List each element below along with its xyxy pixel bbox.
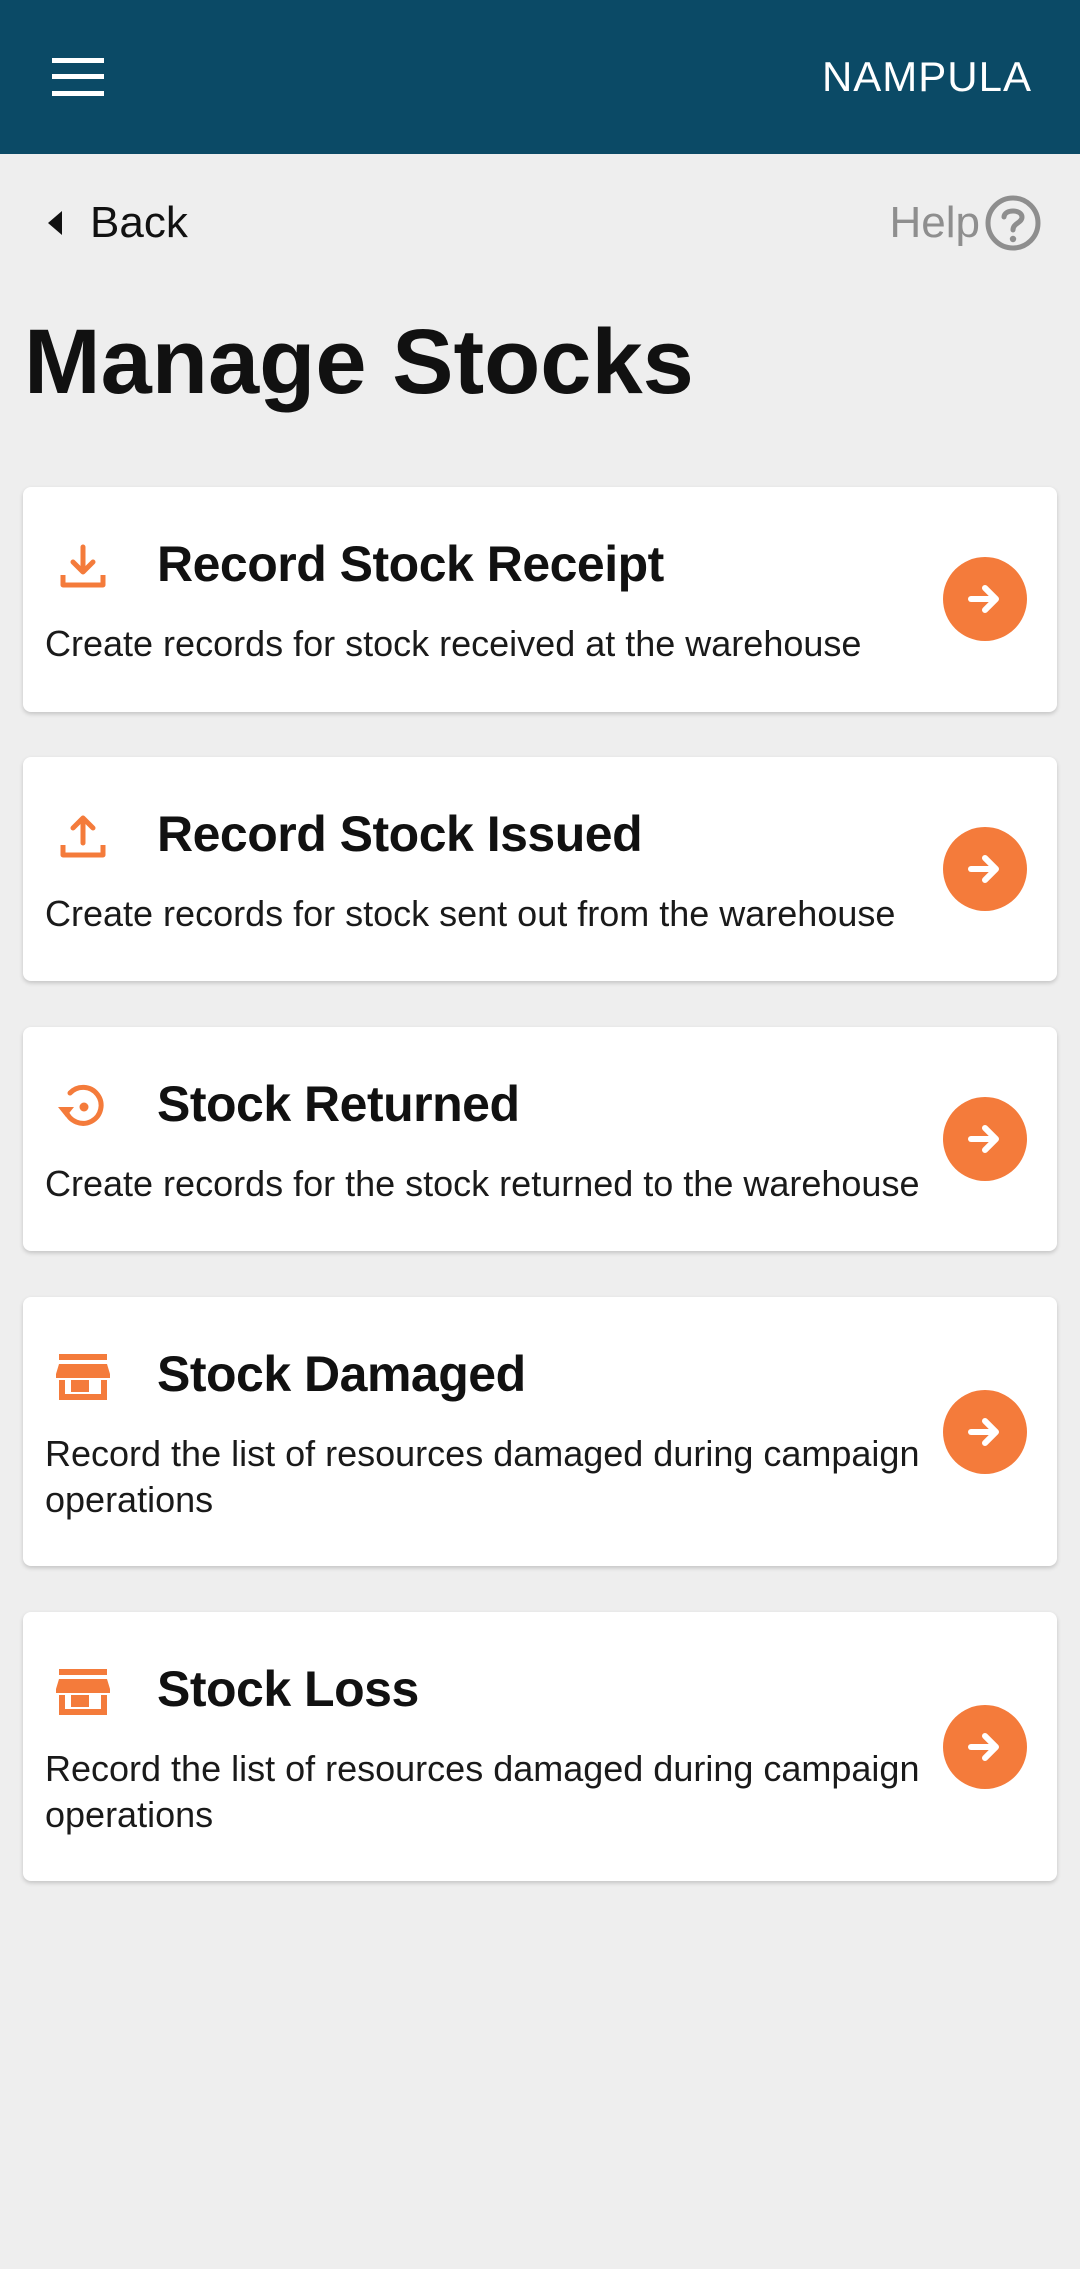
arrow-right-button[interactable]: [943, 1390, 1027, 1474]
caret-left-icon: [48, 211, 62, 235]
menu-button[interactable]: [38, 42, 118, 112]
hamburger-menu-icon: [52, 58, 104, 96]
arrow-right-button[interactable]: [943, 557, 1027, 641]
arrow-right-icon: [968, 1418, 999, 1446]
card-title: Stock Returned: [157, 1076, 520, 1132]
record-stock-issued-card[interactable]: Record Stock Issued Create records for s…: [23, 757, 1057, 981]
download-icon: [53, 537, 113, 597]
app-bar: NAMPULA: [0, 0, 1080, 154]
card-description: Create records for stock received at the…: [45, 623, 862, 664]
card-description: Record the list of resources damaged dur…: [45, 1748, 920, 1835]
back-label: Back: [90, 198, 188, 247]
help-label: Help: [889, 198, 981, 247]
store-icon: [53, 1662, 113, 1722]
arrow-right-icon: [968, 585, 999, 613]
location-label: NAMPULA: [821, 53, 1032, 100]
card-description: Create records for the stock returned to…: [45, 1163, 920, 1204]
page-title: Manage Stocks: [24, 311, 694, 413]
restore-icon: [53, 1077, 113, 1137]
card-title: Record Stock Issued: [157, 806, 643, 862]
store-icon: [53, 1347, 113, 1407]
card-title: Record Stock Receipt: [157, 536, 664, 592]
arrow-right-button[interactable]: [943, 1097, 1027, 1181]
help-button[interactable]: Help: [890, 188, 1043, 258]
card-description: Record the list of resources damaged dur…: [45, 1433, 920, 1520]
help-circle-icon: [985, 195, 1041, 251]
stock-returned-card[interactable]: Stock Returned Create records for the st…: [23, 1027, 1057, 1251]
arrow-right-icon: [968, 855, 999, 883]
arrow-right-button[interactable]: [943, 1705, 1027, 1789]
card-title: Stock Loss: [157, 1661, 419, 1717]
card-description: Create records for stock sent out from t…: [45, 893, 896, 934]
arrow-right-icon: [968, 1733, 999, 1761]
arrow-right-button[interactable]: [943, 827, 1027, 911]
upload-icon: [53, 807, 113, 867]
record-stock-receipt-card[interactable]: Record Stock Receipt Create records for …: [23, 487, 1057, 712]
back-button[interactable]: Back: [46, 188, 188, 258]
stock-damaged-card[interactable]: Stock Damaged Record the list of resourc…: [23, 1297, 1057, 1566]
stock-loss-card[interactable]: Stock Loss Record the list of resources …: [23, 1612, 1057, 1881]
card-title: Stock Damaged: [157, 1346, 526, 1402]
arrow-right-icon: [968, 1125, 999, 1153]
